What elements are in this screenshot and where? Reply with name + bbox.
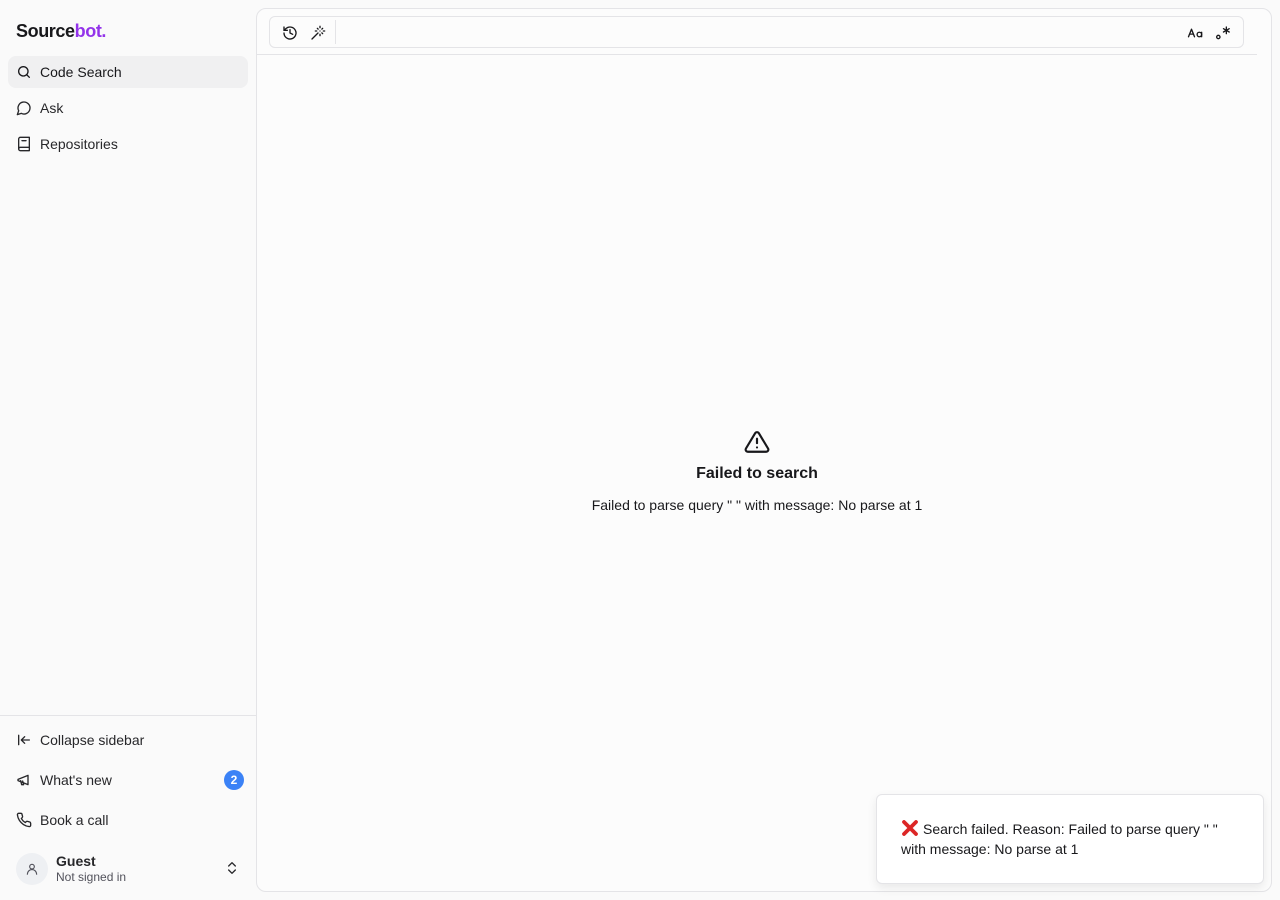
case-sensitive-toggle[interactable] [1184,22,1208,44]
nav-label: Ask [40,100,64,116]
search-error: Failed to search Failed to parse query "… [257,429,1257,513]
nav-label: Repositories [40,136,118,152]
user-status: Not signed in [56,870,127,884]
toast-message: Search failed. Reason: Failed to parse q… [901,821,1218,857]
chat-bubble-icon [16,100,32,116]
sourcebot-logo[interactable]: Sourcebot. [16,21,106,42]
warning-triangle-icon [744,431,770,453]
whats-new-button[interactable]: What's new 2 [8,764,248,796]
search-icon [16,64,32,80]
nav-label: Book a call [40,812,109,828]
nav-label: Collapse sidebar [40,732,145,748]
sidebar: Sourcebot. Code Search Ask Repositories … [0,0,256,900]
nav-label: What's new [40,772,112,788]
book-icon [16,136,32,152]
collapse-left-icon [16,732,32,748]
search-bar-separator [335,20,336,44]
search-input[interactable] [342,21,1172,43]
search-bar [269,16,1244,48]
search-bar-divider [257,54,1257,55]
nav-code-search[interactable]: Code Search [8,56,248,88]
history-button[interactable] [279,22,301,44]
error-message: Failed to parse query " " with message: … [591,497,923,513]
collapse-sidebar-button[interactable]: Collapse sidebar [8,724,248,756]
phone-icon [16,812,32,828]
whats-new-badge: 2 [224,770,244,790]
regex-icon [1216,26,1230,40]
main-panel: Failed to search Failed to parse query "… [256,8,1272,892]
nav-ask[interactable]: Ask [8,92,248,124]
nav-repositories[interactable]: Repositories [8,128,248,160]
regex-toggle[interactable] [1212,22,1234,44]
case-sensitive-icon [1187,28,1203,38]
history-icon [283,26,297,40]
magic-wand-button[interactable] [307,22,329,44]
error-toast[interactable]: Search failed. Reason: Failed to parse q… [876,794,1264,884]
red-x-icon [902,820,918,836]
nav-label: Code Search [40,64,122,80]
error-title: Failed to search [696,465,818,482]
user-name: Guest [56,853,96,869]
user-menu[interactable]: Guest Not signed in [8,848,248,890]
book-a-call-button[interactable]: Book a call [8,804,248,836]
sidebar-divider [0,715,256,716]
avatar [16,853,48,885]
chevrons-up-down-icon [228,862,236,874]
megaphone-icon [16,772,32,788]
magic-wand-icon [311,25,326,40]
user-icon [26,863,38,875]
